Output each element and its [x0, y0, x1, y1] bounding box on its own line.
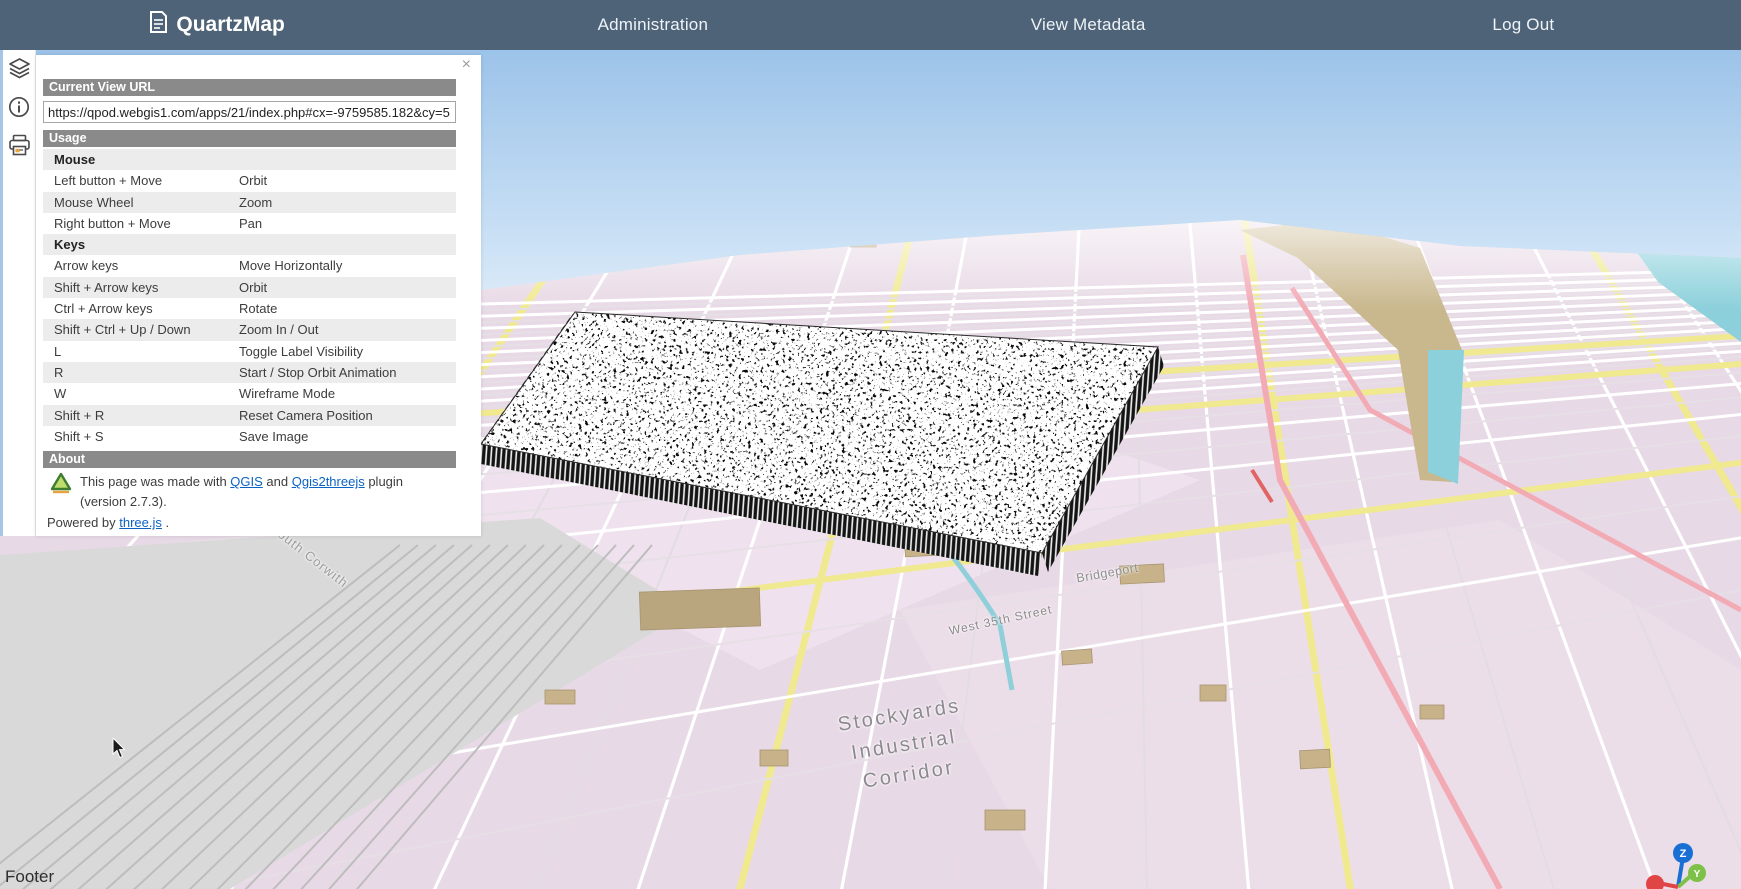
usage-table: Mouse Left button + Move Orbit Mouse Whe… — [43, 149, 456, 447]
axis-x-ball — [1646, 875, 1664, 889]
axis-z-label: Z — [1680, 848, 1687, 860]
section-header-about: About — [43, 451, 456, 468]
map-label-stockyards: Stockyards Industrial Corridor — [836, 691, 972, 799]
qgis2threejs-link[interactable]: Qgis2threejs — [292, 474, 365, 489]
qgis2threejs-logo-icon — [50, 472, 72, 511]
footer-label: Footer — [5, 867, 54, 887]
section-header-url: Current View URL — [43, 79, 456, 96]
print-icon — [8, 134, 31, 161]
about-section: This page was made with QGIS and Qgis2th… — [43, 472, 456, 533]
about-text-prefix: This page was made with — [80, 474, 230, 489]
info-button[interactable] — [7, 97, 31, 121]
section-header-usage: Usage — [43, 130, 456, 147]
usage-row: L Toggle Label Visibility — [43, 341, 456, 362]
usage-row: Shift + R Reset Camera Position — [43, 405, 456, 426]
info-icon — [8, 96, 30, 123]
app-brand-label: QuartzMap — [176, 13, 285, 37]
layers-button[interactable] — [7, 59, 31, 83]
nav-log-out[interactable]: Log Out — [1492, 15, 1554, 35]
print-button[interactable] — [7, 135, 31, 159]
mouse-cursor — [112, 738, 126, 764]
qgis-link[interactable]: QGIS — [230, 474, 263, 489]
about-text-mid: and — [263, 474, 292, 489]
document-icon — [150, 11, 167, 39]
usage-row: Shift + Arrow keys Orbit — [43, 277, 456, 298]
app-brand[interactable]: QuartzMap — [150, 11, 285, 39]
layers-icon — [8, 57, 31, 85]
usage-row: W Wireframe Mode — [43, 383, 456, 404]
powered-prefix: Powered by — [47, 515, 119, 530]
axis-gizmo: Z Y — [1615, 815, 1730, 889]
usage-row: Mouse Wheel Zoom — [43, 192, 456, 213]
usage-row: R Start / Stop Orbit Animation — [43, 362, 456, 383]
close-icon[interactable]: × — [462, 57, 471, 73]
usage-row: Arrow keys Move Horizontally — [43, 255, 456, 276]
usage-row: Keys — [43, 234, 456, 255]
usage-row: Shift + Ctrl + Up / Down Zoom In / Out — [43, 319, 456, 340]
current-view-url-input[interactable] — [43, 101, 456, 123]
usage-row: Left button + Move Orbit — [43, 170, 456, 191]
threejs-link[interactable]: three.js — [119, 515, 162, 530]
usage-row: Right button + Move Pan — [43, 213, 456, 234]
top-navbar: QuartzMap Administration View Metadata L… — [0, 0, 1741, 50]
nav-administration[interactable]: Administration — [598, 15, 709, 35]
left-toolbar — [0, 50, 36, 536]
usage-row: Ctrl + Arrow keys Rotate — [43, 298, 456, 319]
usage-row: Shift + S Save Image — [43, 426, 456, 447]
help-panel: × Current View URL Usage Mouse Left butt… — [36, 55, 481, 536]
nav-view-metadata[interactable]: View Metadata — [1031, 15, 1146, 35]
usage-row: Mouse — [43, 149, 456, 170]
axis-y-label: Y — [1694, 869, 1701, 880]
powered-suffix: . — [162, 515, 169, 530]
